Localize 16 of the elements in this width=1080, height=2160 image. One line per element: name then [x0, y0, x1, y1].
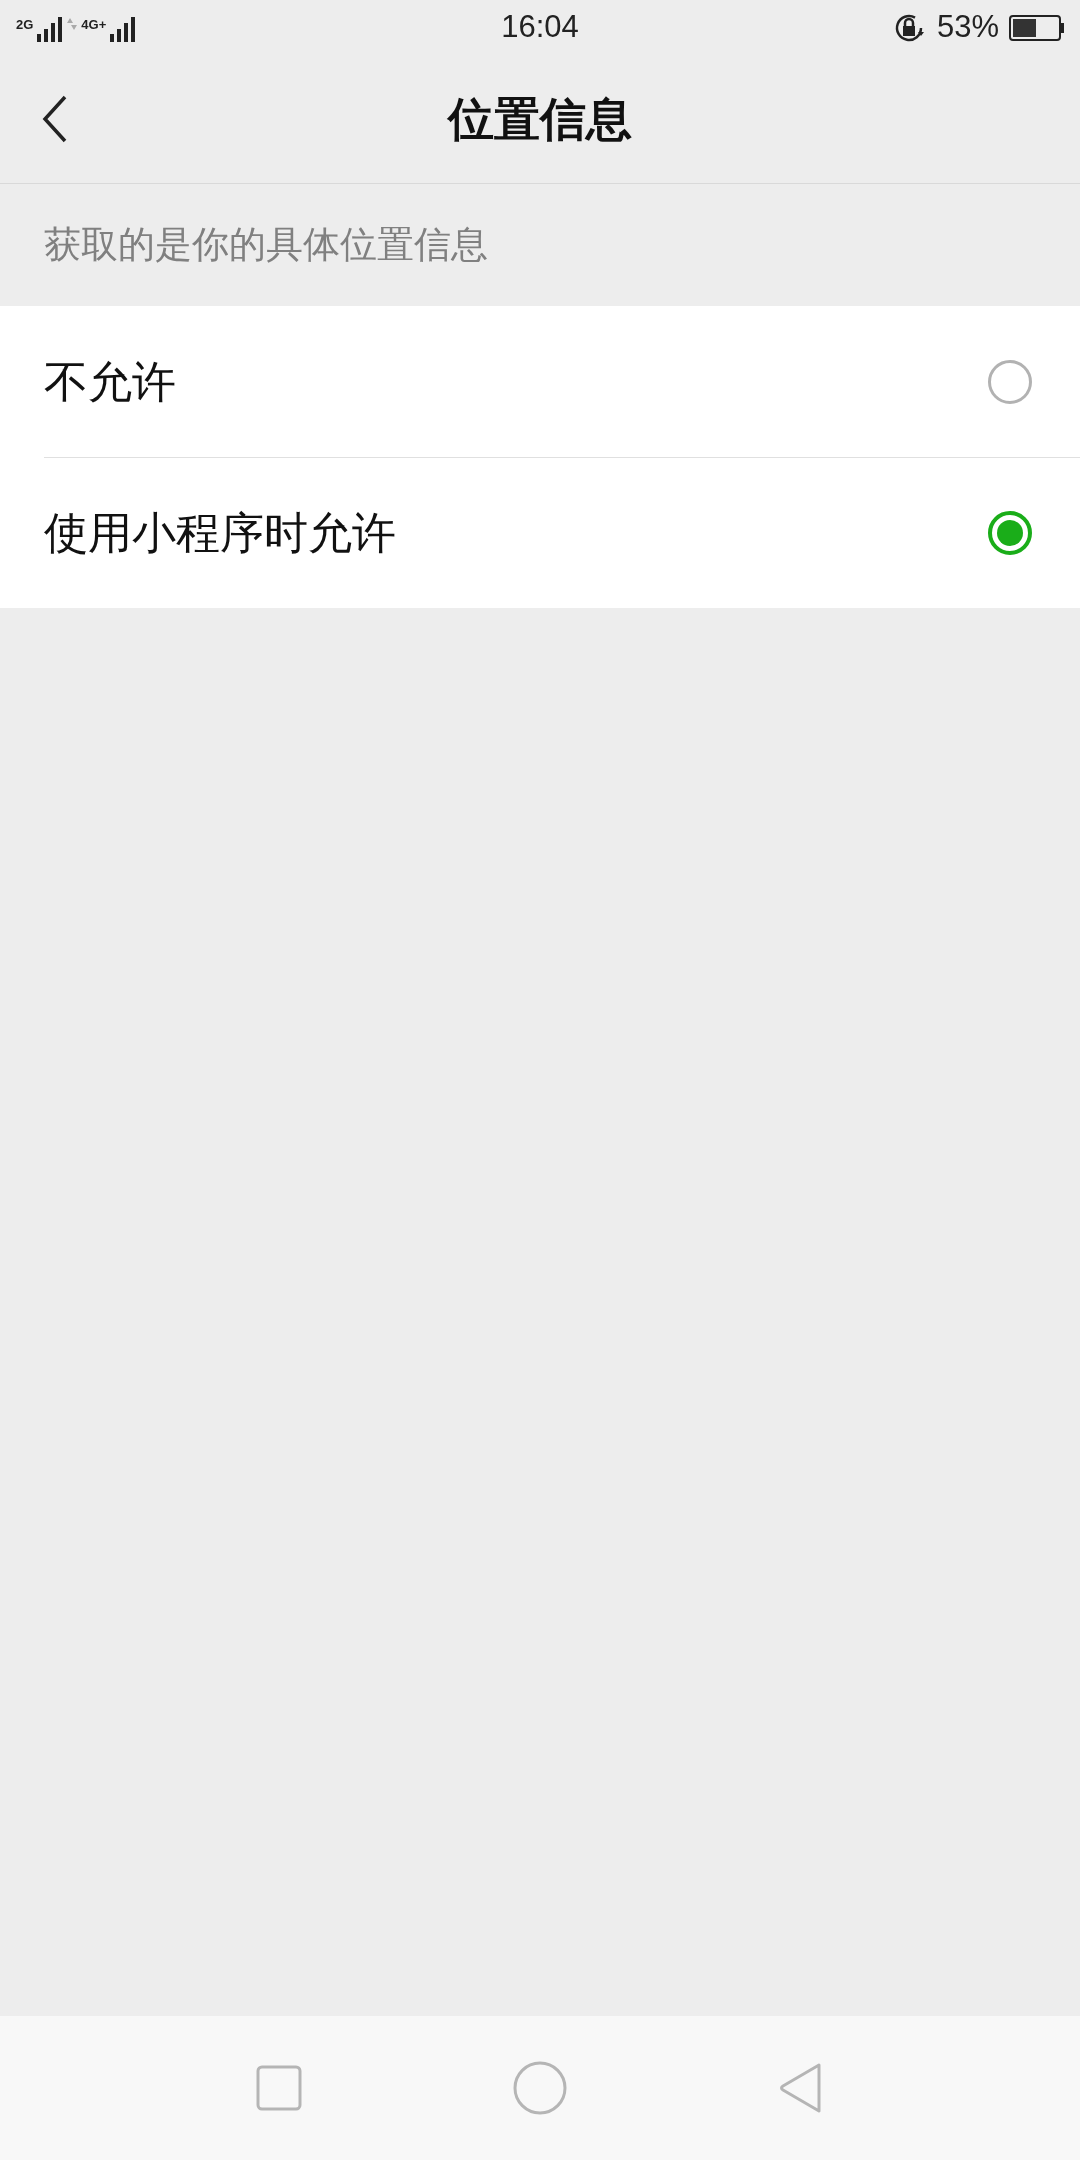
- radio-button[interactable]: [988, 359, 1032, 404]
- page-title: 位置信息: [448, 91, 632, 147]
- clock-time: 16:04: [501, 8, 579, 47]
- recent-apps-icon[interactable]: [255, 2065, 302, 2111]
- battery-percent: 53%: [936, 8, 999, 47]
- option-label: 使用小程序时允许: [44, 506, 396, 559]
- option-label: 不允许: [44, 355, 176, 408]
- option-row[interactable]: 使用小程序时允许: [0, 457, 1080, 608]
- radio-button[interactable]: [988, 510, 1032, 555]
- network-label: 4G+: [81, 17, 107, 31]
- option-row[interactable]: 不允许: [0, 306, 1080, 457]
- network-label: 2G: [16, 17, 34, 31]
- home-icon[interactable]: [513, 2061, 567, 2115]
- battery-icon: [1009, 14, 1064, 41]
- description-text: 获取的是你的具体位置信息: [44, 223, 488, 268]
- data-arrows-icon: [67, 17, 78, 30]
